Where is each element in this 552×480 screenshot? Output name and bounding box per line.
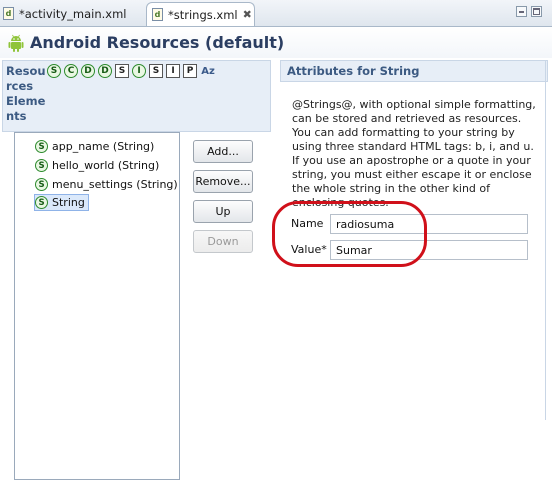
value-field[interactable] (330, 240, 528, 260)
down-button: Down (193, 230, 253, 253)
maximize-button[interactable] (531, 6, 542, 17)
xml-file-icon: d (3, 7, 14, 20)
editor-tab-bar: d *activity_main.xml d *strings.xml ✖ (0, 0, 552, 27)
tree-item-hello-world[interactable]: S hello_world (String) (35, 157, 159, 174)
tab-label: *activity_main.xml (19, 6, 127, 21)
string-icon: S (35, 159, 48, 172)
close-icon[interactable]: ✖ (243, 8, 252, 21)
tree-item-label: menu_settings (String) (52, 178, 178, 191)
resources-heading: Resou rces Eleme nts (6, 64, 46, 124)
string-icon: S (35, 140, 48, 153)
tree-item-label: app_name (String) (52, 140, 155, 153)
resource-type-toolbar: S C D D S I S I P Az (47, 64, 219, 78)
tab-label: *strings.xml (168, 7, 238, 22)
attributes-description: @Strings@, with optional simple formatti… (292, 98, 536, 209)
value-label: Value* (291, 243, 327, 256)
add-color-icon[interactable]: C (64, 64, 78, 78)
resources-tree[interactable]: S app_name (String) S hello_world (Strin… (14, 132, 180, 480)
add-button[interactable]: Add... (193, 140, 253, 163)
tree-item-label: hello_world (String) (52, 159, 160, 172)
tree-item-app-name[interactable]: S app_name (String) (35, 138, 154, 155)
attributes-section-header: Attributes for String (280, 60, 548, 82)
add-item-icon[interactable]: I (132, 64, 146, 78)
add-drawable-icon[interactable]: D (98, 64, 112, 78)
tree-item-menu-settings[interactable]: S menu_settings (String) (35, 176, 178, 193)
tab-activity-main[interactable]: d *activity_main.xml (0, 2, 142, 25)
android-icon (8, 34, 24, 52)
string-icon: S (35, 178, 48, 191)
editor-header: Android Resources (default) (0, 27, 552, 58)
name-label: Name (291, 217, 324, 230)
add-string-array-icon[interactable]: S (149, 64, 163, 78)
add-dimension-icon[interactable]: D (81, 64, 95, 78)
remove-button[interactable]: Remove... (193, 170, 253, 193)
xml-file-icon: d (152, 8, 163, 21)
attributes-heading: Attributes for String (287, 64, 420, 78)
string-icon: S (35, 196, 48, 209)
tab-strings[interactable]: d *strings.xml ✖ (146, 2, 255, 26)
panel-divider (545, 60, 546, 420)
attributes-panel: Attributes for String @Strings@, with op… (280, 60, 552, 420)
add-integer-array-icon[interactable]: I (166, 64, 180, 78)
sort-icon[interactable]: Az (200, 64, 216, 78)
add-plurals-icon[interactable]: P (183, 64, 197, 78)
page-title: Android Resources (default) (30, 33, 285, 52)
add-string-icon[interactable]: S (47, 64, 61, 78)
minimize-button[interactable] (516, 6, 527, 17)
tree-item-label: String (52, 196, 85, 209)
name-field[interactable] (330, 214, 528, 234)
add-style-icon[interactable]: S (115, 64, 129, 78)
resources-elements-panel: Resou rces Eleme nts S C D D S I S I P A… (0, 60, 272, 480)
tree-item-string[interactable]: S String (34, 194, 89, 211)
up-button[interactable]: Up (193, 200, 253, 223)
